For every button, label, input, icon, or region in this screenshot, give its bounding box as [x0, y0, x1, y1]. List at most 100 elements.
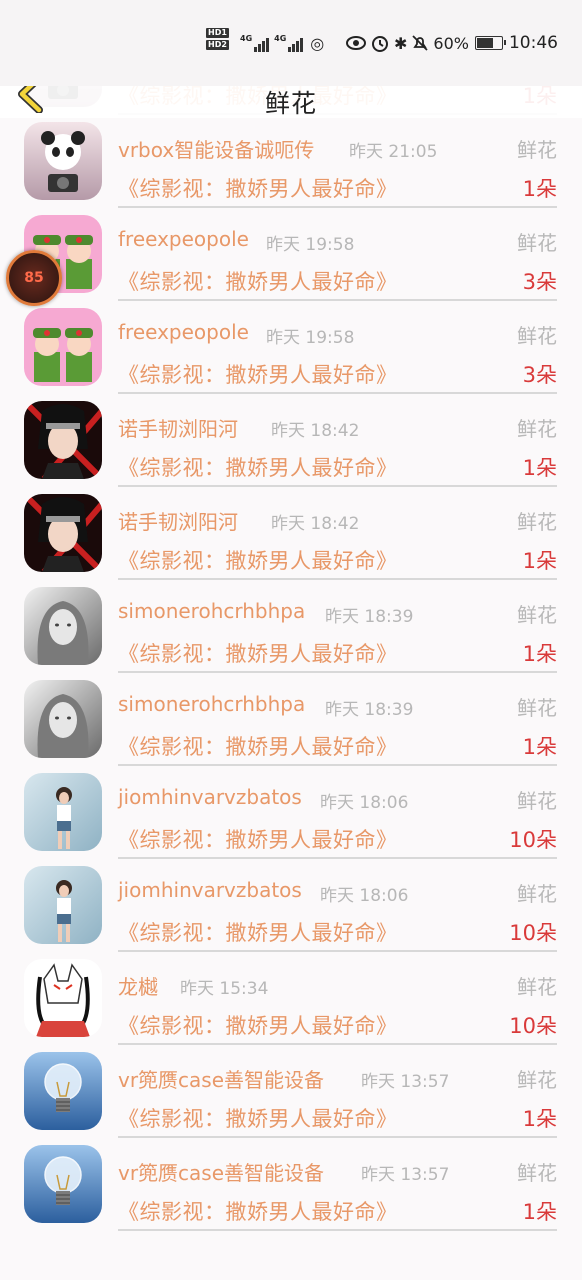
- gift-count: 1朵: [522, 177, 557, 201]
- page-title: 鲜花: [264, 89, 317, 118]
- gift-count: 3朵: [522, 363, 557, 387]
- avatar[interactable]: [24, 494, 102, 572]
- sender-name[interactable]: jiomhinvarvzbatos: [118, 878, 302, 902]
- gift-type: 鲜花: [517, 882, 557, 906]
- list-item[interactable]: 诺手韧浏阳河 昨天 18:42 鲜花《综影视：撒娇男人最好命》 1朵: [0, 482, 582, 580]
- avatar[interactable]: [24, 587, 102, 665]
- status-bar: HD1 HD2 4G 4G ◎ ✱ 60% 10:46: [0, 0, 582, 86]
- gift-count: 10朵: [509, 921, 557, 945]
- gift-type: 鲜花: [517, 603, 557, 627]
- avatar[interactable]: [24, 959, 102, 1037]
- list-item[interactable]: freexpeopole 昨天 19:58 鲜花《综影视：撒娇男人最好命》 3朵: [0, 203, 582, 301]
- alarm-icon: [372, 36, 388, 52]
- gift-time: 昨天 18:06: [320, 886, 409, 906]
- sender-name[interactable]: vr篼赝case善智能设备: [118, 1157, 324, 1186]
- battery-percent: 60%: [433, 33, 469, 53]
- sender-name[interactable]: simonerohcrhbhpa: [118, 599, 305, 623]
- avatar[interactable]: [24, 773, 102, 851]
- gift-type: 鲜花: [517, 417, 557, 441]
- gift-time: 昨天 13:57: [361, 1072, 450, 1092]
- signal-1-icon: 4G: [240, 34, 270, 52]
- list-item[interactable]: vrbox智能设备诚呃传 昨天 21:05 鲜花《综影视：撒娇男人最好命》 1朵: [0, 110, 582, 208]
- battery-icon: [474, 36, 506, 50]
- gift-time: 昨天 15:34: [180, 979, 269, 999]
- sender-name[interactable]: freexpeopole: [118, 320, 249, 344]
- list-item[interactable]: vr篼赝case善智能设备 昨天 13:57 鲜花《综影视：撒娇男人最好命》 1朵: [0, 1040, 582, 1138]
- gift-type: 鲜花: [517, 231, 557, 255]
- work-title-link[interactable]: 《综影视：撒娇男人最好命》: [118, 1010, 398, 1040]
- sender-name[interactable]: simonerohcrhbhpa: [118, 692, 305, 716]
- gift-time: 昨天 18:39: [325, 607, 414, 627]
- gift-count: 10朵: [509, 1014, 557, 1038]
- gift-time: 昨天 18:42: [271, 514, 360, 534]
- sender-name[interactable]: freexpeopole: [118, 227, 249, 251]
- hd-badge-1: HD1: [206, 28, 229, 38]
- sender-name[interactable]: 诺手韧浏阳河: [118, 506, 238, 535]
- gift-count: 1朵: [522, 549, 557, 573]
- sender-name[interactable]: vr篼赝case善智能设备: [118, 1064, 324, 1093]
- work-title-link[interactable]: 《综影视：撒娇男人最好命》: [118, 452, 398, 482]
- gift-type: 鲜花: [517, 324, 557, 348]
- clock: 10:46: [508, 33, 558, 53]
- list-item[interactable]: jiomhinvarvzbatos 昨天 18:06 鲜花《综影视：撒娇男人最好命》…: [0, 854, 582, 952]
- work-title-link[interactable]: 《综影视：撒娇男人最好命》: [118, 1103, 398, 1133]
- work-title-link[interactable]: 《综影视：撒娇男人最好命》: [118, 731, 398, 761]
- list-item[interactable]: freexpeopole 昨天 19:58 鲜花《综影视：撒娇男人最好命》 3朵: [0, 296, 582, 394]
- eye-icon: [346, 36, 366, 50]
- gift-time: 昨天 18:42: [271, 421, 360, 441]
- work-title-link[interactable]: 《综影视：撒娇男人最好命》: [118, 359, 398, 389]
- work-title-link[interactable]: 《综影视：撒娇男人最好命》: [118, 173, 398, 203]
- work-title-link[interactable]: 《综影视：撒娇男人最好命》: [118, 917, 398, 947]
- gift-time: 昨天 18:39: [325, 700, 414, 720]
- sender-name[interactable]: jiomhinvarvzbatos: [118, 785, 302, 809]
- avatar[interactable]: [24, 401, 102, 479]
- gift-count: 3朵: [522, 270, 557, 294]
- gift-type: 鲜花: [517, 975, 557, 999]
- work-title-link[interactable]: 《综影视：撒娇男人最好命》: [118, 824, 398, 854]
- sender-name[interactable]: 龙樾: [118, 971, 158, 1000]
- gift-time: 昨天 19:58: [266, 328, 355, 348]
- work-title-link[interactable]: 《综影视：撒娇男人最好命》: [118, 638, 398, 668]
- gift-type: 鲜花: [517, 696, 557, 720]
- signal-2-icon: 4G: [274, 34, 304, 52]
- list-item[interactable]: jiomhinvarvzbatos 昨天 18:06 鲜花《综影视：撒娇男人最好命》…: [0, 761, 582, 859]
- avatar[interactable]: [24, 1052, 102, 1130]
- list-item[interactable]: 龙樾 昨天 15:34 鲜花《综影视：撒娇男人最好命》 10朵: [0, 947, 582, 1045]
- gift-type: 鲜花: [517, 510, 557, 534]
- list-item[interactable]: simonerohcrhbhpa 昨天 18:39 鲜花 《综影视：撒娇男人最好命》 1…: [0, 575, 582, 673]
- gift-time: 昨天 19:58: [266, 235, 355, 255]
- list-item[interactable]: simonerohcrhbhpa 昨天 18:39 鲜花《综影视：撒娇男人最好命》 1…: [0, 668, 582, 766]
- gift-count: 1朵: [522, 735, 557, 759]
- sender-name[interactable]: vrbox智能设备诚呃传: [118, 134, 314, 163]
- status-right: ✱ 60% 10:46: [346, 30, 558, 56]
- gift-count: 1朵: [522, 456, 557, 480]
- gift-time: 昨天 13:57: [361, 1165, 450, 1185]
- list-item[interactable]: vr篼赝case善智能设备 昨天 13:57 鲜花 《综影视：撒娇男人最好命》 1朵: [0, 1133, 582, 1231]
- gift-type: 鲜花: [517, 138, 557, 162]
- work-title-link[interactable]: 《综影视：撒娇男人最好命》: [118, 1196, 398, 1226]
- bluetooth-icon: ✱: [394, 33, 408, 53]
- avatar[interactable]: [24, 308, 102, 386]
- avatar[interactable]: [24, 866, 102, 944]
- gift-type: 鲜花: [517, 1068, 557, 1092]
- avatar[interactable]: [24, 122, 102, 200]
- mute-bell-icon: [412, 35, 429, 51]
- gift-time: 昨天 21:05: [349, 142, 438, 162]
- work-title-link[interactable]: 《综影视：撒娇男人最好命》: [118, 266, 398, 296]
- avatar[interactable]: [24, 680, 102, 758]
- flower-gift-list: vrbox智能设备诚呃传鲜花《综影视：撒娇男人最好命》1朵vrbox智能设备诚呃…: [0, 72, 582, 1280]
- signal-icons: 4G 4G ◎: [236, 30, 324, 56]
- gift-count: 10朵: [509, 828, 557, 852]
- gift-type: 鲜花: [517, 789, 557, 813]
- work-title-link[interactable]: 《综影视：撒娇男人最好命》: [118, 545, 398, 575]
- hd-badge-2: HD2: [206, 40, 229, 50]
- sender-name[interactable]: 诺手韧浏阳河: [118, 413, 238, 442]
- gift-count: 1朵: [522, 1107, 557, 1131]
- hotspot-icon: ◎: [310, 33, 325, 53]
- hd-badges: HD1 HD2: [206, 28, 229, 54]
- gift-type: 鲜花: [517, 1161, 557, 1185]
- list-item[interactable]: 诺手韧浏阳河 昨天 18:42 鲜花《综影视：撒娇男人最好命》 1朵: [0, 389, 582, 487]
- avatar[interactable]: [24, 1145, 102, 1223]
- floating-timer-badge[interactable]: 85: [6, 250, 62, 306]
- gift-time: 昨天 18:06: [320, 793, 409, 813]
